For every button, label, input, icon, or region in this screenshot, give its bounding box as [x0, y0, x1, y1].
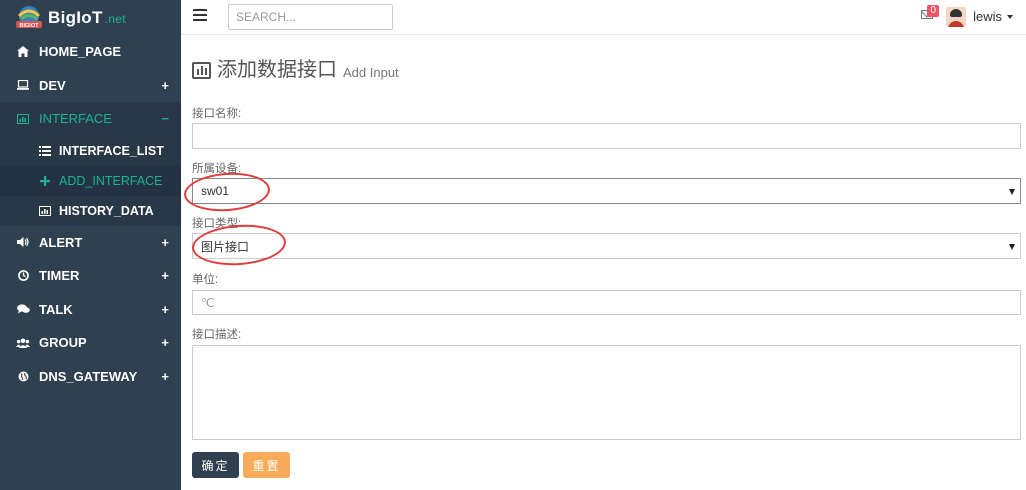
device-select[interactable]: sw01 [192, 178, 1021, 204]
sidebar-subitem-label: ADD_INTERFACE [59, 173, 163, 188]
menu-toggle-icon[interactable] [193, 9, 207, 23]
main-content: 添加数据接口 Add Input 接口名称: 所属设备: sw01 接口类型: … [181, 35, 1026, 490]
sidebar-subitem-label: INTERFACE_LIST [59, 143, 164, 158]
sidebar-item-talk[interactable]: TALK + [0, 293, 181, 327]
sidebar-subitem-add-interface[interactable]: ADD_INTERFACE [0, 165, 181, 196]
sidebar-item-label: HOME_PAGE [39, 44, 122, 60]
topbar: 0 lewis [181, 0, 1026, 35]
home-icon [16, 46, 30, 58]
brand[interactable]: BIGIOT BigIoT .net [0, 0, 181, 35]
chart-icon [16, 113, 30, 124]
desc-label: 接口描述: [192, 329, 242, 341]
logo-text: BIGIOT [20, 23, 40, 29]
sidebar-subitem-interface-list[interactable]: INTERFACE_LIST [0, 136, 181, 166]
sidebar-subitem-label: HISTORY_DATA [59, 203, 154, 218]
unit-label: 单位: [192, 274, 219, 286]
sidebar-item-label: ALERT [39, 234, 83, 250]
globe-icon [16, 371, 30, 382]
page-title-text: 添加数据接口 [217, 59, 337, 81]
bar-chart-icon [38, 205, 52, 216]
page-subtitle: Add Input [343, 65, 399, 80]
sidebar: BIGIOT BigIoT .net HOME_PAGE DEV + INTERF… [0, 0, 181, 490]
collapse-icon: − [161, 111, 169, 127]
volume-icon [16, 237, 30, 248]
username[interactable]: lewis [973, 9, 1002, 24]
sidebar-item-label: INTERFACE [39, 111, 112, 127]
sidebar-item-timer[interactable]: TIMER + [0, 259, 181, 293]
plus-icon [38, 175, 52, 186]
caret-down-icon[interactable] [1007, 15, 1013, 19]
description-textarea[interactable] [192, 345, 1021, 440]
laptop-icon [16, 80, 30, 91]
bar-chart-icon [192, 62, 211, 79]
clock-icon [16, 270, 30, 282]
list-icon [38, 145, 52, 156]
device-select-value: sw01 [201, 184, 230, 198]
sidebar-subitem-history-data[interactable]: HISTORY_DATA [0, 196, 181, 226]
sidebar-item-dns-gateway[interactable]: DNS_GATEWAY + [0, 360, 181, 394]
name-field[interactable] [192, 123, 1021, 149]
unit-field[interactable] [192, 290, 1021, 315]
sidebar-item-label: DEV [39, 77, 66, 93]
sidebar-item-label: TIMER [39, 268, 80, 284]
page-title: 添加数据接口 Add Input [192, 53, 399, 82]
expand-icon: + [161, 234, 169, 250]
type-label: 接口类型: [192, 218, 242, 230]
avatar[interactable] [946, 7, 966, 27]
mail-badge: 0 [927, 5, 939, 17]
comments-icon [16, 304, 30, 314]
sidebar-item-label: GROUP [39, 335, 87, 351]
device-label: 所属设备: [192, 163, 242, 175]
name-label: 接口名称: [192, 108, 242, 120]
type-select[interactable]: 图片接口 [192, 233, 1021, 259]
dropdown-arrow-icon [1009, 189, 1015, 195]
expand-icon: + [161, 335, 169, 351]
sidebar-item-dev[interactable]: DEV + [0, 69, 181, 103]
submit-button[interactable]: 确定 [192, 452, 239, 478]
sidebar-item-label: DNS_GATEWAY [39, 368, 138, 384]
expand-icon: + [161, 301, 169, 317]
expand-icon: + [161, 77, 169, 93]
expand-icon: + [161, 268, 169, 284]
reset-button[interactable]: 重置 [243, 452, 290, 478]
search-input[interactable] [228, 4, 393, 30]
sidebar-item-label: TALK [39, 301, 73, 317]
brand-name: BigIoT .net [48, 7, 126, 27]
expand-icon: + [161, 368, 169, 384]
users-icon [16, 338, 30, 348]
dropdown-arrow-icon [1009, 244, 1015, 250]
sidebar-item-alert[interactable]: ALERT + [0, 226, 181, 260]
logo-icon: BIGIOT [14, 4, 44, 32]
type-select-value: 图片接口 [201, 239, 250, 254]
sidebar-item-group[interactable]: GROUP + [0, 326, 181, 360]
interface-submenu: INTERFACE_LIST ADD_INTERFACE HISTORY_DAT… [0, 135, 181, 226]
sidebar-item-interface[interactable]: INTERFACE − [0, 102, 181, 136]
sidebar-item-home[interactable]: HOME_PAGE [0, 35, 181, 69]
